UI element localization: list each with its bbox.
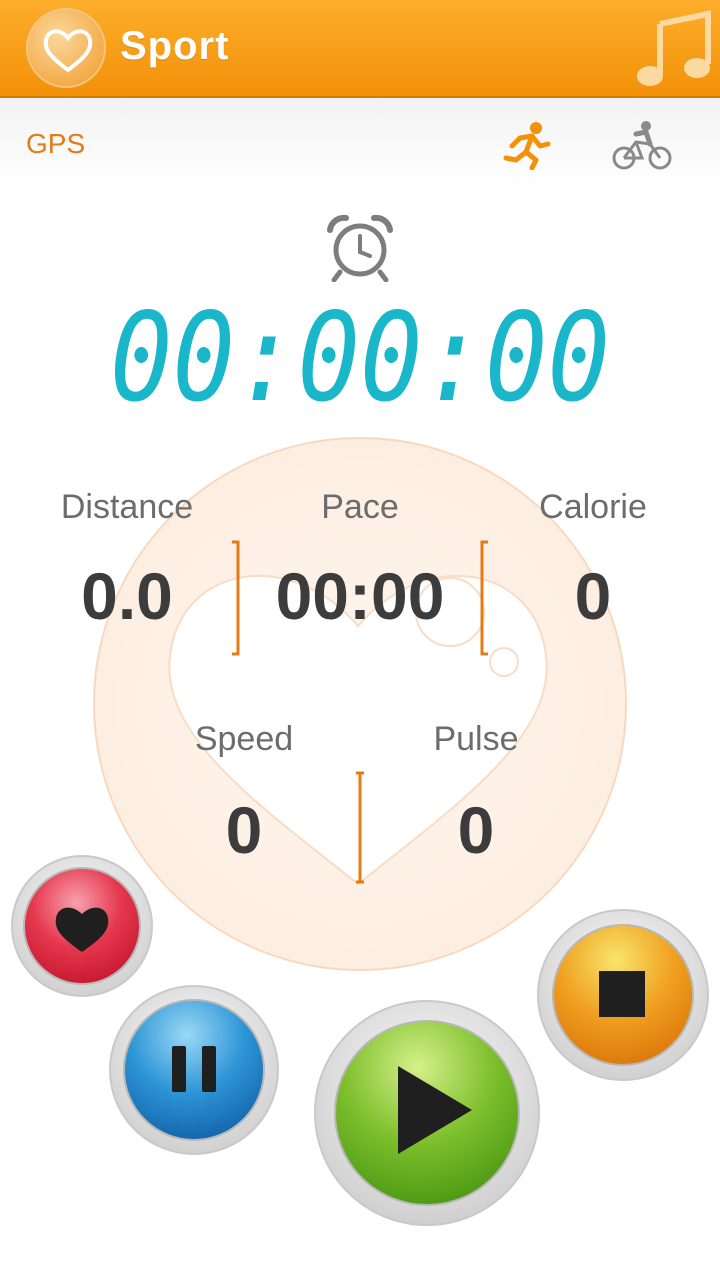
- music-note-icon[interactable]: [630, 10, 712, 90]
- elapsed-time-value: 00:00:00: [110, 296, 610, 416]
- calorie-value: 0: [574, 559, 612, 633]
- stop-button[interactable]: [536, 908, 710, 1082]
- divider-speed-pulse: [356, 771, 364, 884]
- heart-icon: [43, 29, 93, 73]
- pulse-label: Pulse: [433, 720, 519, 758]
- running-icon[interactable]: [500, 120, 552, 170]
- divider-distance-pace: [232, 540, 240, 656]
- calorie-label: Calorie: [539, 488, 647, 526]
- speed-label: Speed: [194, 720, 294, 758]
- pulse-value: 0: [457, 793, 495, 867]
- distance-label: Distance: [60, 488, 194, 526]
- pace-value: 00:00: [275, 559, 445, 633]
- distance-value: 0.0: [81, 559, 173, 633]
- gps-label[interactable]: GPS: [26, 128, 85, 160]
- start-button[interactable]: [312, 998, 542, 1228]
- pace-label: Pace: [321, 488, 399, 526]
- app-logo: [26, 8, 106, 88]
- mode-bar: GPS: [0, 98, 720, 186]
- stop-icon: [599, 971, 645, 1017]
- heart-rate-button[interactable]: [10, 854, 154, 998]
- speed-value: 0: [225, 793, 263, 867]
- app-header: Sport: [0, 0, 720, 98]
- cycling-icon[interactable]: [612, 120, 672, 172]
- pause-button[interactable]: [108, 984, 280, 1156]
- divider-pace-calorie: [480, 540, 488, 656]
- app-title: Sport: [120, 24, 230, 68]
- elapsed-time-display: 00:00:00: [110, 296, 610, 416]
- alarm-clock-icon: [327, 214, 393, 282]
